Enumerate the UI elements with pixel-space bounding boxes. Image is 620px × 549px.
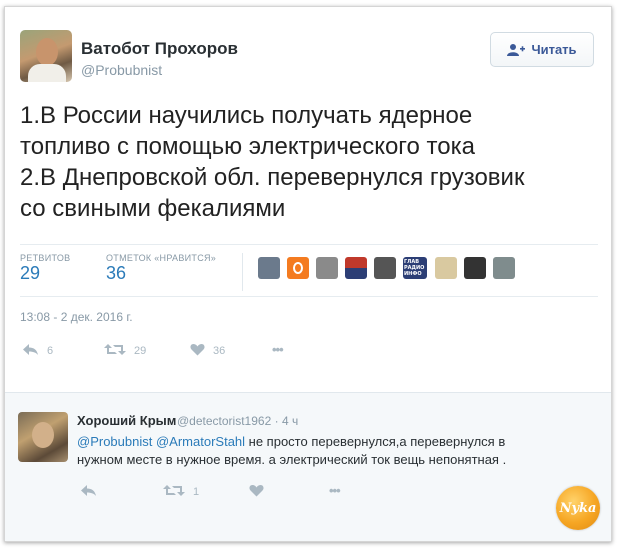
reply-like-button[interactable]: [249, 484, 264, 500]
tweet-text: 1.В России научились получать ядерное то…: [20, 100, 600, 224]
watermark-logo: Nyka: [556, 486, 600, 530]
stats-separator: [242, 253, 243, 291]
add-user-icon: [507, 43, 526, 57]
tweet-text-line: топливо с помощью электрического тока: [20, 133, 475, 160]
reply-text-part: не просто перевернулся,а перевернулся в: [245, 434, 506, 449]
reply-text: @Probubnist @ArmatorStahl не просто пере…: [77, 433, 597, 469]
reply-author-name[interactable]: Хороший Крым: [77, 413, 176, 428]
reply-meta: @detectorist1962 · 4 ч: [177, 414, 298, 428]
author-name[interactable]: Ватобот Прохоров: [81, 39, 238, 59]
follow-label: Читать: [531, 42, 577, 57]
retweet-icon: [163, 484, 185, 500]
tweet-text-line: со свиными фекалиями: [20, 195, 286, 222]
heart-icon: [190, 343, 205, 359]
author-handle[interactable]: @Probubnist: [81, 62, 162, 78]
liker-avatar[interactable]: [493, 257, 515, 279]
reply-time[interactable]: 4 ч: [282, 414, 298, 428]
retweet-icon: [104, 343, 126, 359]
follow-button[interactable]: Читать: [490, 32, 594, 67]
likes-label: ОТМЕТОК «НРАВИТСЯ»: [106, 253, 217, 263]
more-icon: •••: [272, 342, 284, 357]
more-button[interactable]: •••: [272, 342, 284, 357]
reply-more-button[interactable]: •••: [329, 483, 341, 498]
tweet-timestamp[interactable]: 13:08 - 2 дек. 2016 г.: [20, 310, 133, 324]
liker-avatar[interactable]: [258, 257, 280, 279]
liker-avatar[interactable]: [435, 257, 457, 279]
like-button[interactable]: 36: [190, 343, 225, 359]
divider: [20, 296, 598, 297]
divider: [20, 244, 598, 245]
liker-avatar[interactable]: ГЛАВ РАДИО ИНФО: [403, 257, 427, 279]
liker-avatar[interactable]: [287, 257, 309, 279]
reply-button[interactable]: 6: [22, 343, 53, 359]
mention-link[interactable]: @ArmatorStahl: [156, 434, 245, 449]
likes-stat[interactable]: ОТМЕТОК «НРАВИТСЯ» 36: [106, 253, 216, 284]
tweet-text-line: 2.В Днепровской обл. перевернулся грузов…: [20, 164, 525, 191]
liker-avatar[interactable]: [464, 257, 486, 279]
liker-avatar[interactable]: [345, 257, 367, 279]
author-avatar[interactable]: [20, 30, 72, 82]
reply-icon: [80, 484, 97, 500]
mention-link[interactable]: @Probubnist: [77, 434, 152, 449]
reply-count: 6: [47, 345, 54, 357]
meta-separator: ·: [274, 414, 282, 428]
reply-icon: [22, 343, 39, 359]
retweet-count: 29: [134, 345, 147, 357]
reply-retweet-count: 1: [193, 486, 200, 498]
retweets-stat[interactable]: РЕТВИТОВ 29: [20, 253, 70, 284]
more-icon: •••: [329, 483, 341, 498]
reply-reply-button[interactable]: [80, 484, 97, 500]
likes-count: 36: [106, 263, 127, 283]
like-count: 36: [213, 345, 226, 357]
reply-author-avatar[interactable]: [18, 412, 68, 462]
reply-text-part: нужном месте в нужное время. а электриче…: [77, 452, 507, 467]
heart-icon: [249, 484, 264, 500]
retweets-count: 29: [20, 263, 41, 283]
reply-retweet-button[interactable]: 1: [163, 484, 199, 500]
liker-avatar[interactable]: [316, 257, 338, 279]
retweets-label: РЕТВИТОВ: [20, 253, 71, 263]
watermark-text: Nyka: [559, 500, 597, 516]
retweet-button[interactable]: 29: [104, 343, 146, 359]
tweet-text-line: 1.В России научились получать ядерное: [20, 102, 473, 129]
reply-author-handle[interactable]: @detectorist1962: [177, 414, 271, 428]
liker-avatar[interactable]: [374, 257, 396, 279]
